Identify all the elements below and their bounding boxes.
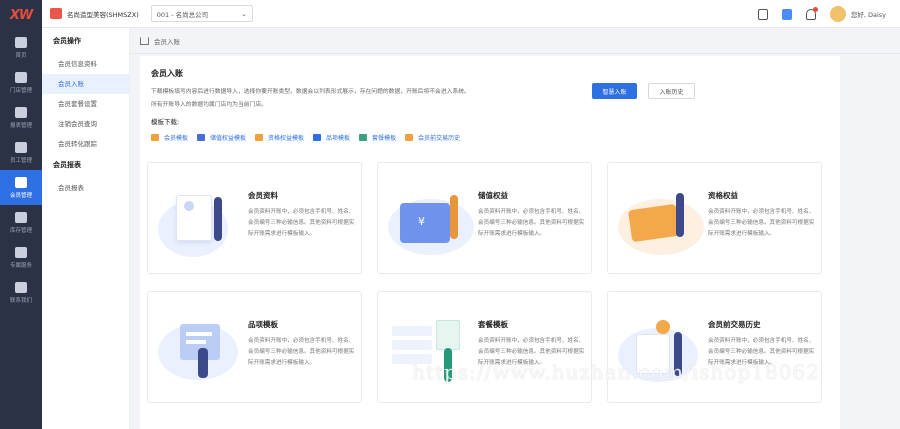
breadcrumb: 会员入账 bbox=[130, 28, 900, 54]
card-title: 品项模板 bbox=[248, 320, 278, 329]
branch-select[interactable]: 001 - 名尚总公司 ⌄ bbox=[150, 5, 253, 22]
card-title: 资格权益 bbox=[708, 191, 738, 200]
rail-item-member[interactable]: 会员管理 bbox=[0, 170, 42, 205]
import-card-qualification[interactable]: 资格权益 会员资料开账中，必须包含手机号、姓名、会员编号三种必输信息。其他资料可… bbox=[607, 162, 822, 274]
stock-icon bbox=[15, 211, 27, 223]
grid-icon bbox=[313, 134, 322, 141]
mobile-icon[interactable] bbox=[757, 8, 768, 20]
stored-value-illustration: ¥ bbox=[388, 185, 476, 257]
template-download-label: 模板下载: bbox=[151, 118, 180, 126]
import-card-package-template[interactable]: 套餐模板 会员资料开账中，必须包含手机号、姓名、会员编号三种必输信息。其他资料可… bbox=[377, 291, 592, 403]
home-icon[interactable] bbox=[140, 36, 149, 45]
download-icon[interactable] bbox=[781, 8, 792, 20]
crown-icon bbox=[151, 134, 159, 141]
user-menu[interactable]: 您好, Daisy bbox=[829, 6, 886, 22]
template-link-member[interactable]: 会员模板 bbox=[151, 133, 188, 142]
home-icon bbox=[15, 36, 27, 48]
service-icon bbox=[15, 246, 27, 258]
rail-item-report[interactable]: 报表管理 bbox=[0, 100, 42, 135]
template-links: 会员模板 储值权益模板 资格权益模板 品项模板 套餐模板 会员前交易历史 bbox=[151, 133, 460, 142]
import-card-transaction-history[interactable]: 会员前交易历史 会员资料开账中，必须包含手机号、姓名、会员编号三种必输信息。其他… bbox=[607, 291, 822, 403]
bell-icon[interactable] bbox=[805, 6, 818, 20]
member-icon bbox=[15, 176, 27, 188]
subnav-item-cancel-query[interactable]: 注销会员查询 bbox=[42, 114, 129, 134]
card-title: 套餐模板 bbox=[478, 320, 508, 329]
import-card-item-template[interactable]: 品项模板 会员资料开账中，必须包含手机号、姓名、会员编号三种必输信息。其他资料可… bbox=[147, 291, 362, 403]
page-title: 会员入账 bbox=[151, 69, 183, 78]
brand-logo[interactable]: XW bbox=[0, 0, 42, 30]
card-description: 会员资料开账中，必须包含手机号、姓名、会员编号三种必输信息。其他资料可根据实际开… bbox=[478, 209, 585, 237]
subnav-item-package-settings[interactable]: 会员套餐设置 bbox=[42, 94, 129, 114]
card-description: 会员资料开账中，必须包含手机号、姓名、会员编号三种必输信息。其他资料可根据实际开… bbox=[708, 209, 815, 237]
import-card-member-info[interactable]: 会员资料 会员资料开账中，必须包含手机号、姓名、会员编号三种必输信息。其他资料可… bbox=[147, 162, 362, 274]
smart-account-button[interactable]: 智慧入账 bbox=[592, 83, 637, 99]
package-icon bbox=[359, 134, 368, 141]
shop-icon bbox=[50, 8, 62, 19]
template-link-item[interactable]: 品项模板 bbox=[313, 133, 350, 142]
account-history-button[interactable]: 入账历史 bbox=[648, 83, 695, 99]
rail-item-contact[interactable]: 联系我们 bbox=[0, 275, 42, 310]
rail-item-store[interactable]: 门店管理 bbox=[0, 65, 42, 100]
subnav-item-member-report[interactable]: 会员报表 bbox=[42, 178, 129, 198]
badge-icon bbox=[255, 134, 264, 141]
member-info-illustration bbox=[158, 185, 246, 257]
qualification-illustration bbox=[618, 185, 706, 257]
subnav-item-conversion-tracking[interactable]: 会员转化跟踪 bbox=[42, 134, 129, 154]
store-name: 名尚造型美容(SHMSZX) bbox=[67, 10, 139, 19]
card-title: 会员前交易历史 bbox=[708, 320, 761, 329]
top-bar: 名尚造型美容(SHMSZX) 001 - 名尚总公司 ⌄ 您好, Daisy bbox=[42, 0, 900, 28]
avatar bbox=[829, 6, 846, 22]
rail-item-staff[interactable]: 员工管理 bbox=[0, 135, 42, 170]
staff-icon bbox=[15, 141, 27, 153]
wallet-icon bbox=[197, 134, 206, 141]
sub-sidebar: 会员操作 会员信息资料 会员入账 会员套餐设置 注销会员查询 会员转化跟踪 会员… bbox=[42, 28, 130, 429]
rail-item-service[interactable]: 专属服务 bbox=[0, 240, 42, 275]
subnav-item-member-account[interactable]: 会员入账 bbox=[42, 74, 129, 94]
chevron-down-icon: ⌄ bbox=[241, 9, 247, 18]
panel-description: 下载模板填写内容后进行数据导入，选择你要开账类型。数据会以列表形式展示，存在问题… bbox=[151, 89, 470, 108]
history-icon bbox=[405, 134, 414, 141]
subnav-group-title: 会员操作 bbox=[53, 37, 81, 45]
template-link-history[interactable]: 会员前交易历史 bbox=[405, 133, 460, 142]
toolbar: 您好, Daisy bbox=[757, 0, 886, 28]
template-link-stored-value[interactable]: 储值权益模板 bbox=[197, 133, 246, 142]
template-link-qualification[interactable]: 资格权益模板 bbox=[255, 133, 304, 142]
template-link-package[interactable]: 套餐模板 bbox=[359, 133, 396, 142]
rail-item-stock[interactable]: 库存管理 bbox=[0, 205, 42, 240]
import-card-stored-value[interactable]: ¥ 储值权益 会员资料开账中，必须包含手机号、姓名、会员编号三种必输信息。其他资… bbox=[377, 162, 592, 274]
card-description: 会员资料开账中，必须包含手机号、姓名、会员编号三种必输信息。其他资料可根据实际开… bbox=[248, 338, 355, 366]
store-icon bbox=[15, 71, 27, 83]
watermark: https://www.huzhan.com/ishop18062 bbox=[412, 360, 820, 384]
card-description: 会员资料开账中，必须包含手机号、姓名、会员编号三种必输信息。其他资料可根据实际开… bbox=[248, 209, 355, 237]
item-template-illustration bbox=[158, 314, 246, 386]
card-title: 储值权益 bbox=[478, 191, 508, 200]
notification-dot bbox=[812, 6, 818, 12]
main-sidebar: XW 首页 门店管理 报表管理 员工管理 会员管理 库存管理 专属服务 联系我们 bbox=[0, 0, 42, 429]
subnav-item-member-info[interactable]: 会员信息资料 bbox=[42, 54, 129, 74]
rail-item-home[interactable]: 首页 bbox=[0, 30, 42, 65]
contact-icon bbox=[15, 281, 27, 293]
subnav-group-title: 会员报表 bbox=[53, 161, 81, 169]
chart-icon bbox=[15, 106, 27, 118]
card-title: 会员资料 bbox=[248, 191, 278, 200]
